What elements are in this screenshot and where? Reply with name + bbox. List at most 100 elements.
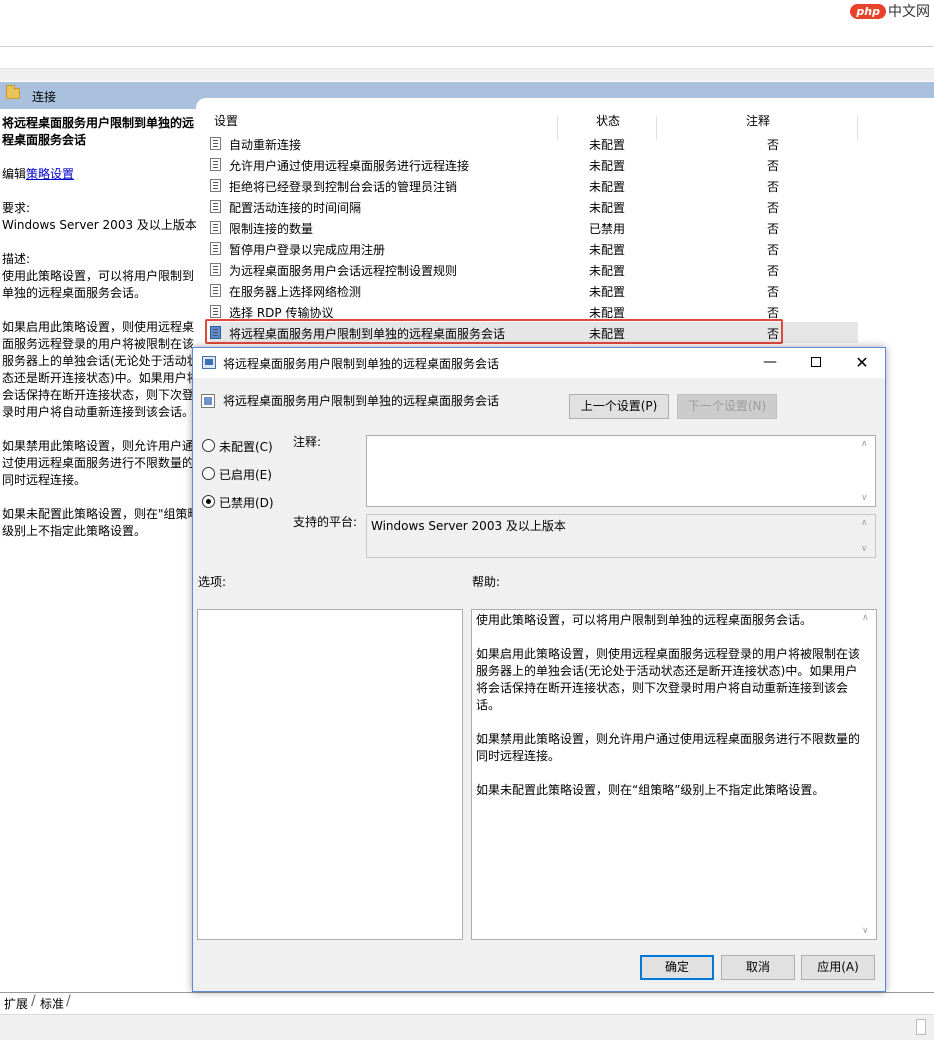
policy-dialog: 将远程桌面服务用户限制到单独的远程桌面服务会话 — ✕ 将远程桌面服务用户限制到… <box>192 347 886 992</box>
policy-setting-icon <box>210 179 221 192</box>
setting-name: 暂停用户登录以完成应用注册 <box>229 243 386 257</box>
logo-php: php <box>850 3 886 19</box>
platform-field: Windows Server 2003 及以上版本 ∧ ∨ <box>366 514 876 558</box>
setting-note: 否 <box>767 201 780 215</box>
setting-state: 未配置 <box>589 138 626 152</box>
radio-label: 已禁用(D) <box>219 496 274 510</box>
list-row[interactable]: 拒绝将已经登录到控制台会话的管理员注销 未配置 否 <box>210 175 890 196</box>
description-line: 如果禁用此策略设置，则允许用户通 <box>2 439 195 453</box>
setting-state: 未配置 <box>589 159 626 173</box>
description-line: 如果启用此策略设置，则使用远程桌 <box>2 320 195 334</box>
help-text: 使用此策略设置，可以将用户限制到单独的远程桌面服务会话。 如果启用此策略设置，则… <box>476 612 860 816</box>
policy-title-line2: 程桌面服务会话 <box>2 133 87 147</box>
prev-setting-button[interactable]: 上一个设置(P) <box>569 394 669 419</box>
help-paragraph: 如果禁用此策略设置，则允许用户通过使用远程桌面服务进行不限数量的同时远程连接。 <box>476 732 861 763</box>
policy-title-line1: 将远程桌面服务用户限制到单独的远 <box>2 116 195 130</box>
maximize-button[interactable] <box>793 348 839 378</box>
description-line: 单独的远程桌面服务会话。 <box>2 286 147 300</box>
list-row[interactable]: 限制连接的数量 已禁用 否 <box>210 217 890 238</box>
policy-setting-icon <box>210 242 221 255</box>
policy-setting-icon <box>210 137 221 150</box>
apply-button[interactable]: 应用(A) <box>801 955 875 980</box>
status-bar <box>0 1014 934 1040</box>
description-line: 级别上不指定此策略设置。 <box>2 524 147 538</box>
list-row[interactable]: 允许用户通过使用远程桌面服务进行远程连接 未配置 否 <box>210 154 890 175</box>
help-paragraph: 如果启用此策略设置，则使用远程桌面服务远程登录的用户将被限制在该服务器上的单独会… <box>476 647 861 712</box>
column-header-setting[interactable]: 设置 <box>214 112 238 129</box>
list-row[interactable]: 配置活动连接的时间间隔 未配置 否 <box>210 196 890 217</box>
platform-value: Windows Server 2003 及以上版本 <box>371 519 566 533</box>
folder-title: 连接 <box>32 90 57 104</box>
setting-name: 限制连接的数量 <box>229 222 314 236</box>
policy-setting-icon <box>210 305 221 318</box>
column-header-note[interactable]: 注释 <box>746 112 770 129</box>
next-setting-button[interactable]: 下一个设置(N) <box>677 394 777 419</box>
dialog-subtitle: 将远程桌面服务用户限制到单独的远程桌面服务会话 <box>223 394 500 408</box>
ok-button[interactable]: 确定 <box>640 955 714 980</box>
setting-state: 未配置 <box>589 180 626 194</box>
setting-name: 拒绝将已经登录到控制台会话的管理员注销 <box>229 180 458 194</box>
maximize-icon <box>811 357 821 367</box>
logo-text: 中文网 <box>888 4 930 20</box>
setting-name: 在服务器上选择网络检测 <box>229 285 362 299</box>
folder-icon <box>6 85 20 99</box>
edit-prefix: 编辑 <box>2 167 27 181</box>
description-line: 面服务远程登录的用户将被限制在该 <box>2 337 195 351</box>
radio-circle[interactable] <box>202 467 215 480</box>
list-row[interactable]: 为远程桌面服务用户会话远程控制设置规则 未配置 否 <box>210 259 890 280</box>
list-row[interactable]: 暂停用户登录以完成应用注册 未配置 否 <box>210 238 890 259</box>
top-area: php 中文网 <box>0 0 934 46</box>
scroll-down-icon[interactable]: ∨ <box>861 544 868 554</box>
description-line: 使用此策略设置，可以将用户限制到 <box>2 269 195 283</box>
description-pane: 将远程桌面服务用户限制到单独的远 程桌面服务会话 编辑策略设置 要求: Wind… <box>0 109 196 989</box>
help-scrollbar[interactable]: ∧ ∨ <box>859 610 876 939</box>
column-header-state[interactable]: 状态 <box>596 112 620 129</box>
tab-divider: / <box>31 993 36 1009</box>
site-logo: php 中文网 <box>850 0 930 22</box>
scroll-up-icon[interactable]: ∧ <box>861 518 868 528</box>
tab-standard[interactable]: 标准 <box>40 995 64 1012</box>
help-paragraph: 使用此策略设置，可以将用户限制到单独的远程桌面服务会话。 <box>476 613 813 627</box>
setting-note: 否 <box>767 138 780 152</box>
setting-note: 否 <box>767 243 780 257</box>
description-line: 会话保持在断开连接状态，则下次登 <box>2 388 195 402</box>
dialog-titlebar[interactable]: 将远程桌面服务用户限制到单独的远程桌面服务会话 — ✕ <box>193 348 885 378</box>
comment-scrollbar[interactable]: ∧ ∨ <box>858 436 875 506</box>
radio-circle-checked[interactable] <box>202 495 215 508</box>
radio-circle[interactable] <box>202 439 215 452</box>
scroll-down-icon[interactable]: ∨ <box>861 493 868 503</box>
policy-app-icon <box>202 356 216 369</box>
settings-list: 设置 状态 注释 自动重新连接 未配置 否 允许用户通过使用远程桌面服务进行远程… <box>196 98 934 348</box>
resize-grip[interactable] <box>916 1019 926 1035</box>
platform-scrollbar[interactable]: ∧ ∨ <box>858 515 875 557</box>
edit-policy-link[interactable]: 策略设置 <box>26 167 74 181</box>
description-line: 录时用户将自动重新连接到该会话。 <box>2 405 195 419</box>
scroll-up-icon[interactable]: ∧ <box>861 439 868 449</box>
help-label: 帮助: <box>472 575 501 589</box>
description-line: 服务器上的单独会话(无论处于活动状 <box>2 354 196 368</box>
toolbar-strip-lower <box>0 68 934 81</box>
close-button[interactable]: ✕ <box>839 348 885 378</box>
list-row[interactable]: 在服务器上选择网络检测 未配置 否 <box>210 280 890 301</box>
view-tabs: 扩展 / 标准 / <box>0 992 934 1014</box>
cancel-button[interactable]: 取消 <box>721 955 795 980</box>
list-header: 设置 状态 注释 <box>196 108 934 140</box>
policy-setting-icon <box>210 158 221 171</box>
description-line: 态还是断开连接状态)中。如果用户将 <box>2 371 196 385</box>
help-paragraph: 如果未配置此策略设置，则在“组策略”级别上不指定此策略设置。 <box>476 783 825 797</box>
tab-expand[interactable]: 扩展 <box>4 995 28 1012</box>
scroll-down-icon[interactable]: ∨ <box>862 926 869 936</box>
platform-label: 支持的平台: <box>293 515 358 529</box>
description-label: 描述: <box>2 252 31 266</box>
setting-note: 否 <box>767 264 780 278</box>
comment-field[interactable]: ∧ ∨ <box>366 435 876 507</box>
options-pane <box>197 609 463 940</box>
radio-label: 已启用(E) <box>219 468 272 482</box>
highlight-box <box>205 319 783 344</box>
minimize-button[interactable]: — <box>747 348 793 378</box>
setting-note: 否 <box>767 285 780 299</box>
setting-state: 已禁用 <box>589 222 626 236</box>
scroll-up-icon[interactable]: ∧ <box>862 613 869 623</box>
setting-name: 为远程桌面服务用户会话远程控制设置规则 <box>229 264 458 278</box>
list-row[interactable]: 自动重新连接 未配置 否 <box>210 133 890 154</box>
